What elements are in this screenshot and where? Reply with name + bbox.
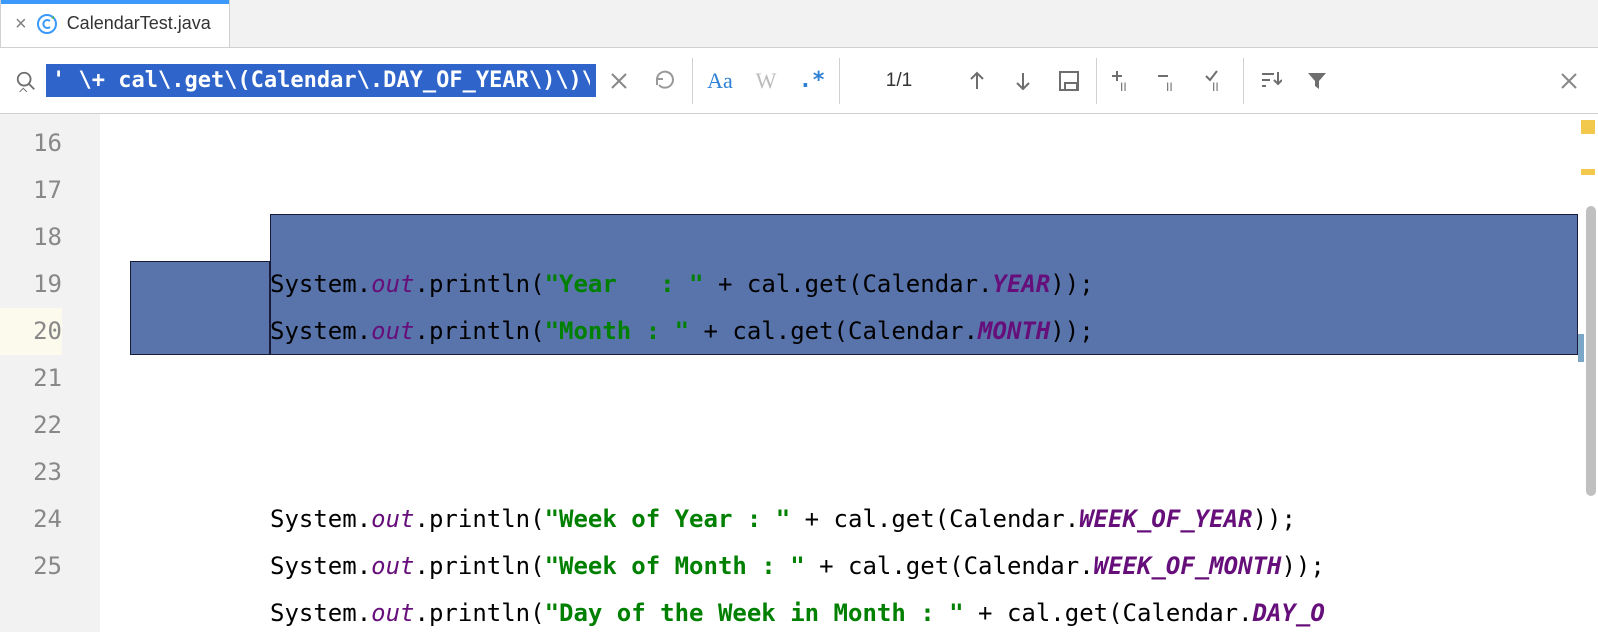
scrollbar-thumb[interactable] [1586, 206, 1596, 496]
line-number: 18 [0, 214, 62, 261]
select-all-icon[interactable]: II [1193, 58, 1239, 104]
tab-label: CalendarTest.java [67, 13, 211, 34]
code-line[interactable]: System.out.println("Day of the Week in M… [130, 590, 1578, 632]
code-line[interactable]: System.out.println("Year : " + cal.get(C… [130, 261, 1578, 308]
search-icon[interactable] [6, 70, 46, 92]
search-input[interactable] [46, 64, 596, 97]
svg-text:II: II [1212, 80, 1219, 93]
regex-toggle[interactable]: .* [789, 58, 835, 104]
words-toggle[interactable]: W [743, 58, 789, 104]
line-number: 19 [0, 261, 62, 308]
close-search-icon[interactable] [1546, 58, 1592, 104]
close-icon[interactable]: × [15, 14, 27, 34]
next-match-icon[interactable] [1000, 58, 1046, 104]
code-area[interactable]: System.out.println("Year : " + cal.get(C… [130, 114, 1578, 632]
show-filter-icon[interactable] [1248, 58, 1294, 104]
svg-text:II: II [1120, 80, 1127, 93]
match-count: 1/1 [844, 70, 954, 92]
tab-bar: × CalendarTest.java [0, 0, 1598, 48]
change-marker[interactable] [1581, 169, 1595, 175]
search-history-icon[interactable] [642, 58, 688, 104]
match-case-toggle[interactable]: Aa [697, 58, 743, 104]
editor-tab[interactable]: × CalendarTest.java [0, 0, 230, 47]
remove-selection-icon[interactable]: II [1147, 58, 1193, 104]
line-number: 20 [0, 308, 62, 355]
line-number-gutter: 16171819202122232425 [0, 114, 100, 632]
divider [1096, 58, 1097, 104]
add-selection-icon[interactable]: II [1101, 58, 1147, 104]
line-number: 25 [0, 543, 62, 590]
code-line[interactable]: System.out.println("Week of Month : " + … [130, 543, 1578, 590]
clear-search-icon[interactable] [596, 58, 642, 104]
line-number: 16 [0, 120, 62, 167]
line-number: 22 [0, 402, 62, 449]
divider [692, 58, 693, 104]
line-number: 17 [0, 167, 62, 214]
fold-strip [100, 114, 120, 632]
code-editor[interactable]: 16171819202122232425 System.out.println(… [0, 114, 1598, 632]
error-stripe[interactable] [1578, 114, 1598, 632]
code-line[interactable]: System.out.println("Day of Year : " + ca… [130, 449, 1578, 496]
svg-text:II: II [1166, 80, 1173, 93]
code-line[interactable]: System.out.println("Day of Week : " + ca… [130, 402, 1578, 449]
code-line[interactable]: System.out.println("Week of Year : " + c… [130, 496, 1578, 543]
divider [1243, 58, 1244, 104]
java-class-icon [37, 14, 57, 34]
line-number: 23 [0, 449, 62, 496]
code-line[interactable]: System.out.println("Day of Month : " + c… [130, 355, 1578, 402]
code-line[interactable]: System.out.println("Month : " + cal.get(… [130, 308, 1578, 355]
filter-icon[interactable] [1294, 58, 1340, 104]
find-toolbar: Aa W .* 1/1 II II II [0, 48, 1598, 114]
prev-match-icon[interactable] [954, 58, 1000, 104]
caret-marker [1578, 334, 1584, 362]
divider [839, 58, 840, 104]
margin-strip [120, 114, 130, 632]
line-number: 24 [0, 496, 62, 543]
warning-indicator[interactable] [1581, 120, 1595, 134]
select-all-occurrences-icon[interactable] [1046, 58, 1092, 104]
line-number: 21 [0, 355, 62, 402]
